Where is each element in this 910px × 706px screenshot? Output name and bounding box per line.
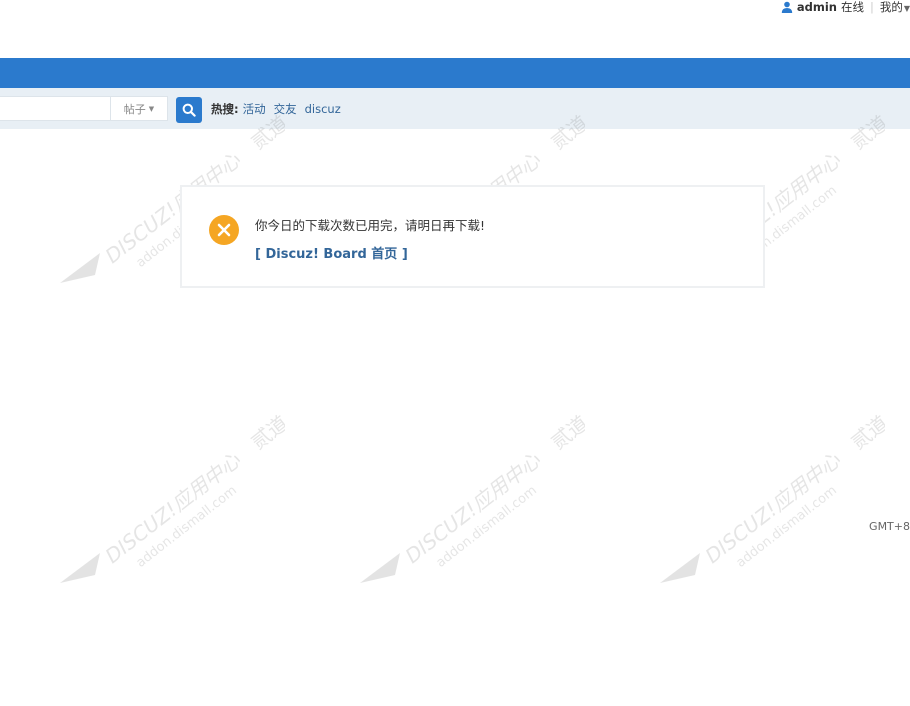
watermark-mark: 贰道 xyxy=(546,411,585,455)
watermark-brand: DISCUZ!应用中心 xyxy=(401,447,546,568)
search-type-select[interactable]: 帖子 ▼ xyxy=(110,96,168,121)
my-menu[interactable]: 我的▼ xyxy=(880,0,910,15)
hot-term-link[interactable]: discuz xyxy=(305,102,341,116)
alert-message-text: 你今日的下载次数已用完，请明日再下载! xyxy=(255,218,486,233)
user-bar: admin 在线 | 我的▼ xyxy=(781,0,910,14)
watermark-domain: addon.dismall.com xyxy=(734,483,840,571)
search-icon xyxy=(182,103,196,117)
watermark: DISCUZ!应用中心 addon.dismall.com 贰道 xyxy=(655,405,885,595)
search-bar: 帖子 ▼ xyxy=(0,88,910,129)
search-input[interactable] xyxy=(0,96,110,121)
separator: | xyxy=(869,0,874,14)
alert-message-box: 你今日的下载次数已用完，请明日再下载! [ Discuz! Board 首页 ] xyxy=(180,185,765,288)
hot-term-link[interactable]: 交友 xyxy=(274,101,297,117)
search-button[interactable] xyxy=(176,97,202,123)
username-link[interactable]: admin xyxy=(797,0,837,14)
watermark-mark: 贰道 xyxy=(246,411,285,455)
my-menu-label: 我的 xyxy=(879,0,903,14)
hot-search-label: 热搜: xyxy=(211,102,239,116)
watermark-brand: DISCUZ!应用中心 xyxy=(701,447,846,568)
chevron-down-icon: ▼ xyxy=(148,104,155,113)
error-icon xyxy=(209,215,239,245)
chevron-down-icon: ▼ xyxy=(903,4,910,13)
hot-term-link[interactable]: 活动 xyxy=(243,101,266,117)
watermark-mark: 贰道 xyxy=(846,411,885,455)
online-status[interactable]: 在线 xyxy=(841,0,864,15)
watermark: DISCUZ!应用中心 addon.dismall.com 贰道 xyxy=(55,405,285,595)
timezone-label: GMT+8 xyxy=(869,520,910,533)
nav-bar xyxy=(0,58,910,88)
home-link[interactable]: [ Discuz! Board 首页 ] xyxy=(255,243,408,262)
watermark-domain: addon.dismall.com xyxy=(134,483,240,571)
watermark-domain: addon.dismall.com xyxy=(434,483,540,571)
watermark-brand: DISCUZ!应用中心 xyxy=(101,447,246,568)
hot-search: 热搜: 活动 交友 discuz xyxy=(211,101,341,117)
search-type-label: 帖子 xyxy=(123,102,146,116)
user-icon xyxy=(781,1,793,13)
watermark: DISCUZ!应用中心 addon.dismall.com 贰道 xyxy=(355,405,585,595)
